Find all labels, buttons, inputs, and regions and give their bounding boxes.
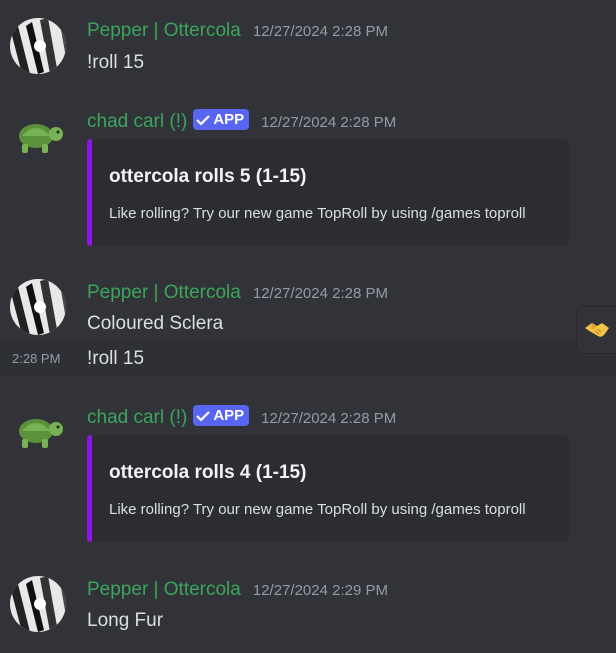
embed-description: Like rolling? Try our new game TopRoll b… <box>109 501 526 518</box>
handshake-icon <box>584 323 609 337</box>
checkmark-icon <box>196 114 211 126</box>
message-text: Long Fur <box>87 610 164 631</box>
timestamp: 12/27/2024 2:28 PM <box>261 113 397 131</box>
turtle-avatar-icon[interactable] <box>10 110 66 166</box>
turtle-avatar-icon[interactable] <box>10 405 66 461</box>
app-badge: APP <box>193 405 250 426</box>
username[interactable]: chad carl (!) <box>87 111 187 133</box>
username[interactable]: chad carl (!) <box>87 407 187 429</box>
checkmark-icon <box>196 410 211 422</box>
timestamp: 12/27/2024 2:28 PM <box>252 23 388 40</box>
username[interactable]: Pepper | Ottercola <box>87 579 241 601</box>
timestamp: 12/27/2024 2:28 PM <box>261 409 397 427</box>
side-timestamp: 2:28 PM <box>12 351 61 366</box>
app-badge-label: APP <box>213 407 245 424</box>
message-text: Coloured Sclera <box>87 313 224 334</box>
message-text: !roll 15 <box>87 52 145 73</box>
username[interactable]: Pepper | Ottercola <box>87 20 241 42</box>
app-badge-label: APP <box>213 111 245 128</box>
timestamp: 12/27/2024 2:28 PM <box>252 285 388 302</box>
timestamp: 12/27/2024 2:29 PM <box>252 582 388 599</box>
avatar[interactable] <box>10 576 66 632</box>
embed-title: ottercola rolls 5 (1-15) <box>109 166 307 187</box>
add-reaction-button[interactable] <box>577 307 616 353</box>
app-badge: APP <box>193 109 250 130</box>
username[interactable]: Pepper | Ottercola <box>87 282 241 304</box>
avatar[interactable] <box>10 279 66 335</box>
avatar[interactable] <box>10 18 66 74</box>
embed: ottercola rolls 5 (1-15) Like rolling? T… <box>87 139 569 246</box>
embed: ottercola rolls 4 (1-15) Like rolling? T… <box>87 435 569 542</box>
embed-description: Like rolling? Try our new game TopRoll b… <box>109 205 526 222</box>
message-text: !roll 15 <box>87 348 145 369</box>
embed-title: ottercola rolls 4 (1-15) <box>109 462 307 483</box>
